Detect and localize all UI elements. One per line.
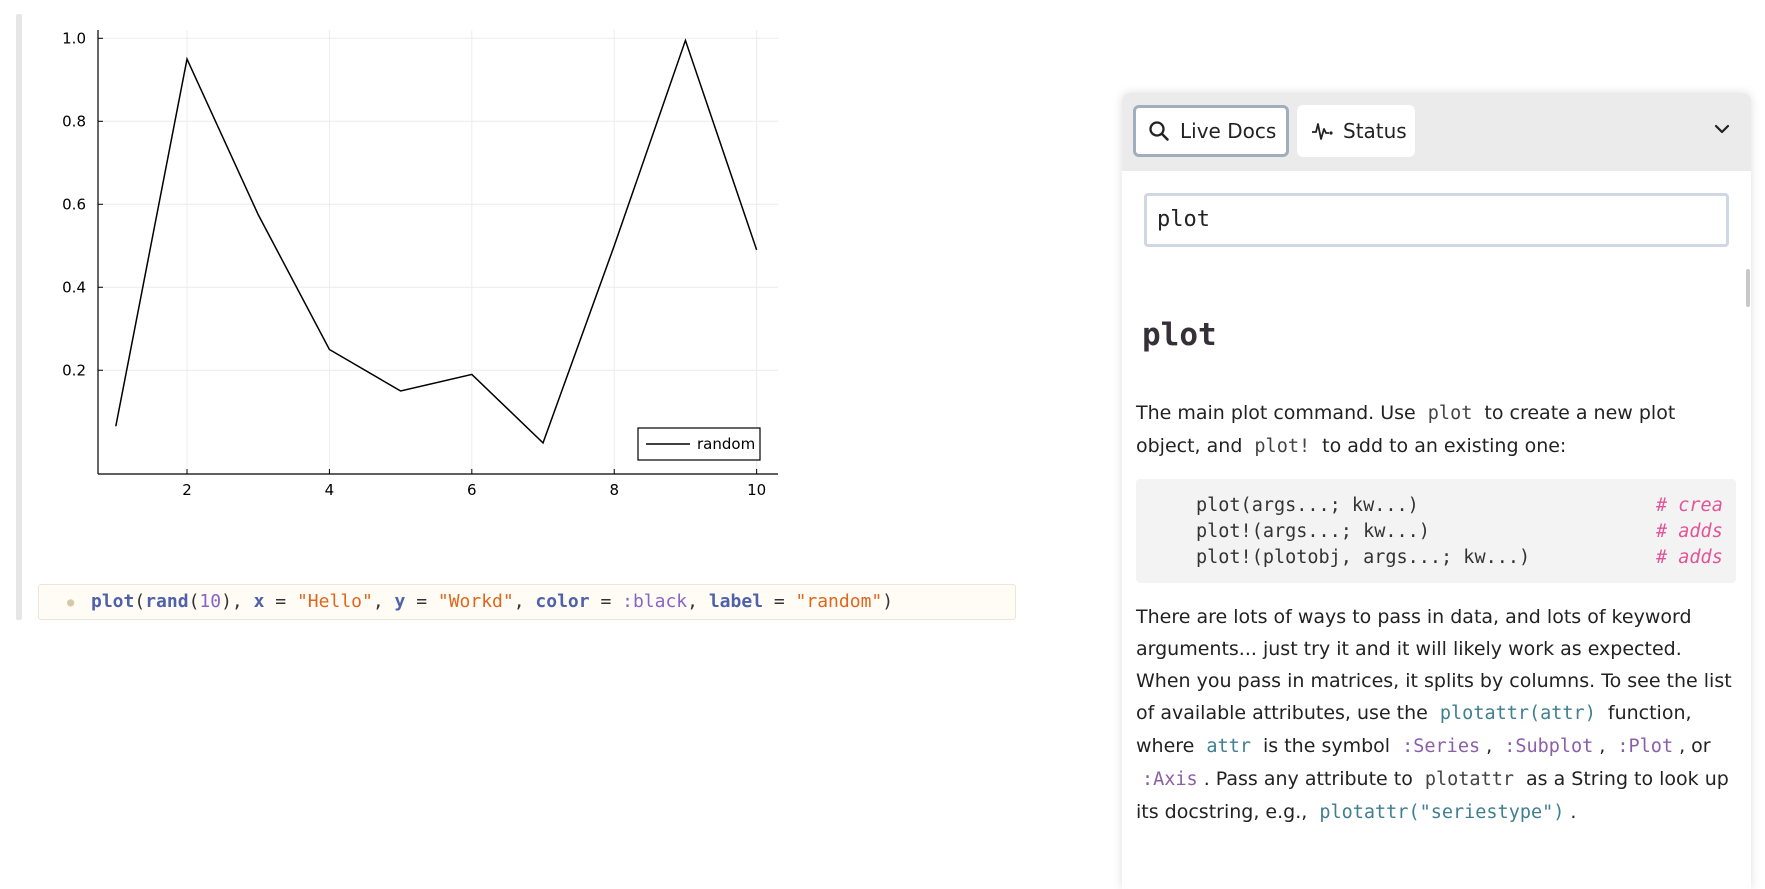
x-tick-label: 2 (182, 481, 192, 499)
inline-symbol: :Series (1402, 736, 1481, 757)
doc-paragraph-2: There are lots of ways to pass in data, … (1136, 606, 1732, 823)
x-tick-label: 6 (467, 481, 477, 499)
x-tick-label: 10 (747, 481, 766, 499)
inline-symbol: :Axis (1142, 769, 1198, 790)
y-tick-label: 0.6 (62, 195, 86, 213)
doc-paragraph-1: The main plot command. Use plot to creat… (1136, 402, 1676, 457)
tab-status[interactable]: Status (1297, 105, 1415, 157)
y-tick-label: 1.0 (62, 29, 86, 47)
code-editor[interactable]: ● plot(rand(10), x = "Hello", y = "Workd… (38, 584, 1016, 620)
inline-code: plot (1427, 403, 1473, 424)
activity-icon (1312, 123, 1333, 140)
chart-series (115, 38, 758, 445)
inline-symbol: :Plot (1617, 736, 1674, 757)
y-tick-label: 0.2 (62, 361, 86, 379)
chart-grid (98, 30, 778, 474)
code-block-line: plot!(args...; kw...) (1196, 521, 1430, 542)
line-chart: 2 4 6 8 10 0.2 0.4 0.6 0.8 1.0 random (62, 29, 778, 499)
code-block-line: plot(args...; kw...) (1196, 495, 1419, 516)
doc-code-block: plot(args...; kw...) plot!(args...; kw..… (1136, 479, 1736, 583)
code-block-comment: # adds (1656, 547, 1723, 568)
inline-symbol: :Subplot (1504, 736, 1594, 757)
y-tick-label: 0.4 (62, 278, 86, 296)
search-icon (1149, 121, 1169, 141)
panel-tab-bar: Live Docs Status (1122, 93, 1751, 171)
legend-label: random (697, 435, 755, 453)
code-block-comment: # adds (1656, 521, 1723, 542)
live-docs-panel: Live Docs Status plot plot The main plot… (1122, 93, 1751, 889)
cell-drag-handle[interactable] (16, 14, 22, 620)
doc-link[interactable]: attr (1200, 736, 1257, 757)
code-block-line: plot!(plotobj, args...; kw...) (1196, 547, 1531, 568)
inline-code: plotattr (1424, 769, 1514, 790)
cell-status-dot: ● (67, 595, 75, 609)
y-tick-label: 0.8 (62, 112, 86, 130)
doc-content: plot The main plot command. Use plot to … (1136, 279, 1736, 829)
doc-link[interactable]: plotattr(attr) (1434, 703, 1602, 724)
doc-link[interactable]: plotattr("seriestype") (1313, 802, 1570, 823)
series-line-random (115, 38, 758, 445)
tab-status-label: Status (1343, 119, 1407, 143)
tab-live-docs-label: Live Docs (1180, 119, 1277, 143)
notebook-cell: 2 4 6 8 10 0.2 0.4 0.6 0.8 1.0 random ● plot(rand… (16, 14, 1016, 620)
code-line[interactable]: plot(rand(10), x = "Hello", y = "Workd",… (91, 585, 893, 619)
x-tick-label: 8 (609, 481, 619, 499)
tab-live-docs[interactable]: Live Docs (1133, 105, 1289, 157)
scrollbar-thumb[interactable] (1746, 269, 1750, 307)
docs-search-input[interactable]: plot (1144, 193, 1729, 247)
x-tick-label: 4 (325, 481, 335, 499)
inline-code: plot! (1254, 436, 1311, 457)
doc-title: plot (1142, 317, 1217, 353)
code-block-comment: # crea (1656, 495, 1723, 516)
chevron-down-icon[interactable] (1712, 119, 1732, 139)
chart-legend: random (637, 427, 761, 461)
chart-axes (97, 30, 778, 475)
